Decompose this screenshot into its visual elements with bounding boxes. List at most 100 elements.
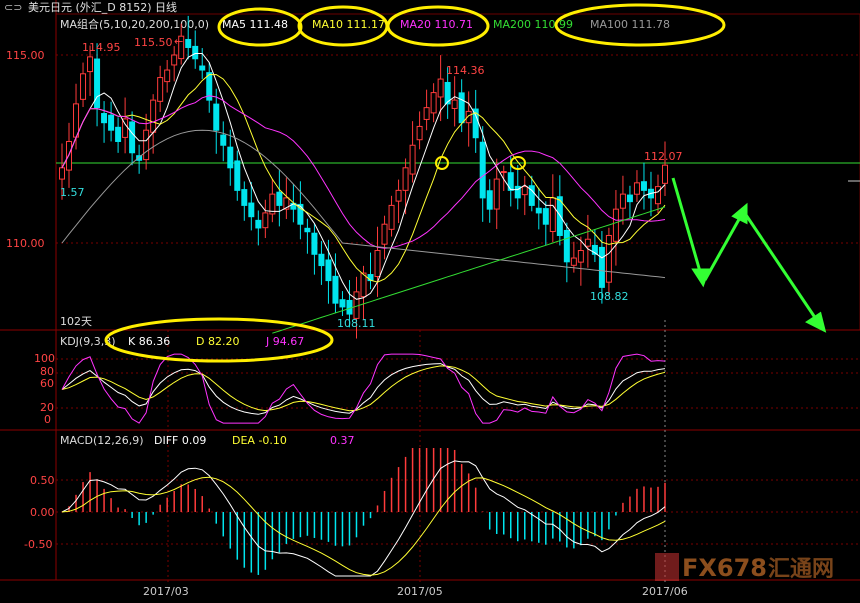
candle-body [192, 45, 199, 60]
x-tick-2017-06: 2017/06 [642, 585, 688, 598]
candle-body [402, 167, 409, 191]
kdj-tick-0: 0 [44, 413, 51, 426]
candle-body [234, 160, 241, 191]
y-tick-110: 110.00 [6, 237, 45, 250]
y-tick-115: 115.00 [6, 49, 45, 62]
candle-body [332, 275, 339, 304]
candle-body [276, 191, 283, 206]
chart-stage: ⊂⊃ 美元日元 (外汇_D 8152) 日线 MA组合(5,10,20,200,… [0, 0, 860, 603]
ma5-label: MA5 111.48 [222, 18, 288, 31]
watermark-text-1: FX678 [682, 554, 767, 582]
macd-label: MACD(12,26,9) [60, 434, 144, 447]
x-axis-labels: 2017/03 2017/05 2017/06 [143, 585, 688, 598]
candle-body [521, 186, 528, 196]
candle-body [542, 208, 549, 225]
candle-body [360, 272, 367, 298]
candle-body [108, 114, 115, 131]
candle-body [73, 103, 80, 138]
ma200-label: MA200 110.99 [493, 18, 573, 31]
annot-low-1: 108.11 [337, 317, 376, 330]
annot-arrow-left: ← [174, 35, 183, 48]
candle-body [304, 227, 311, 233]
kdj-d-value: D 82.20 [196, 335, 239, 348]
kdj-tick-100: 100 [34, 352, 55, 365]
panel-frames [0, 0, 860, 585]
candle-body [423, 107, 430, 120]
y-axis-labels: 115.00 110.00 100 80 60 20 0 0.50 0.00 -… [6, 49, 55, 551]
candle-body [87, 56, 94, 73]
candle-body [325, 259, 332, 282]
forecast-arrowhead-3 [805, 311, 827, 333]
candle-body [171, 54, 178, 66]
watermark-logo-icon [655, 553, 679, 581]
annot-high-3: 114.36 [446, 64, 485, 77]
candle-body [248, 202, 255, 218]
forecast-arrow-3 [742, 211, 820, 323]
candle-body [143, 129, 150, 161]
candle-body [662, 164, 668, 184]
annot-high-2: 115.50 [134, 36, 173, 49]
candle-body [633, 182, 640, 195]
candle-body [626, 194, 633, 203]
candle-body [654, 186, 661, 205]
candle-body [255, 219, 262, 229]
highlight-ellipses [104, 3, 726, 363]
candle-body [241, 189, 248, 206]
candlesticks [59, 15, 668, 339]
candle-body [115, 126, 122, 142]
candle-body [101, 113, 108, 124]
macd-tick-n050: -0.50 [24, 538, 52, 551]
candle-body [598, 246, 605, 288]
ma100-label: MA100 111.78 [590, 18, 670, 31]
annot-last: 112.07 [644, 150, 683, 163]
candle-body [150, 99, 157, 133]
candle-body [318, 253, 325, 267]
annot-high-1: 114.95 [82, 41, 121, 54]
ma20-label: MA20 110.71 [400, 18, 473, 31]
ma-group-label: MA组合(5,10,20,200,100,0) [60, 17, 209, 31]
candle-body [388, 204, 395, 230]
candle-body [157, 77, 164, 102]
macd-diff-value: DIFF 0.09 [154, 434, 206, 447]
candle-body [577, 250, 584, 263]
macd-legend: MACD(12,26,9) DIFF 0.09 DEA -0.10 0.37 [60, 434, 355, 447]
stock-chart-svg: ⊂⊃ 美元日元 (外汇_D 8152) 日线 MA组合(5,10,20,200,… [0, 0, 860, 598]
candle-body [374, 250, 381, 278]
candle-body [80, 73, 87, 100]
macd-tick-050: 0.50 [30, 474, 55, 487]
kdj-legend: KDJ(9,3,3) K 86.36 D 82.20 J 94.67 [60, 335, 304, 348]
title-bar: ⊂⊃ 美元日元 (外汇_D 8152) 日线 [4, 0, 177, 14]
kdj-j-value: J 94.67 [265, 335, 304, 348]
candle-body [164, 69, 171, 83]
symbol-title: 美元日元 (外汇_D 8152) 日线 [28, 0, 177, 14]
candle-body [640, 181, 647, 191]
candle-body [479, 141, 486, 199]
candle-body [262, 212, 269, 229]
x-tick-2017-03: 2017/03 [143, 585, 189, 598]
candle-body [563, 229, 570, 263]
ma10-label: MA10 111.17 [312, 18, 385, 31]
candle-body [535, 207, 542, 214]
candle-body [430, 92, 437, 114]
candle-body [381, 223, 388, 245]
annot-low-2: 108.82 [590, 290, 629, 303]
macd-tick-000: 0.00 [30, 506, 55, 519]
macd-dea-value: DEA -0.10 [232, 434, 287, 447]
macd-hist-value: 0.37 [330, 434, 355, 447]
candle-body [437, 78, 444, 98]
candle-body [66, 140, 73, 171]
forecast-arrow-1 [671, 177, 703, 276]
forecast-arrow-2 [703, 213, 744, 281]
candle-body [227, 146, 234, 169]
candle-body [612, 208, 619, 242]
kdj-tick-60: 60 [40, 377, 54, 390]
candle-body [570, 257, 577, 266]
x-tick-2017-05: 2017/05 [397, 585, 443, 598]
candle-body [549, 197, 556, 233]
candle-body [493, 178, 500, 210]
watermark-text-2: 汇通网 [768, 557, 834, 582]
price-annotations: 114.95 115.50 ← 114.36 112.07 108.11 108… [60, 35, 683, 330]
candle-body [185, 38, 192, 48]
candle-body [311, 232, 318, 255]
ma-legend: MA组合(5,10,20,200,100,0) MA5 111.48 MA10 … [60, 17, 670, 31]
